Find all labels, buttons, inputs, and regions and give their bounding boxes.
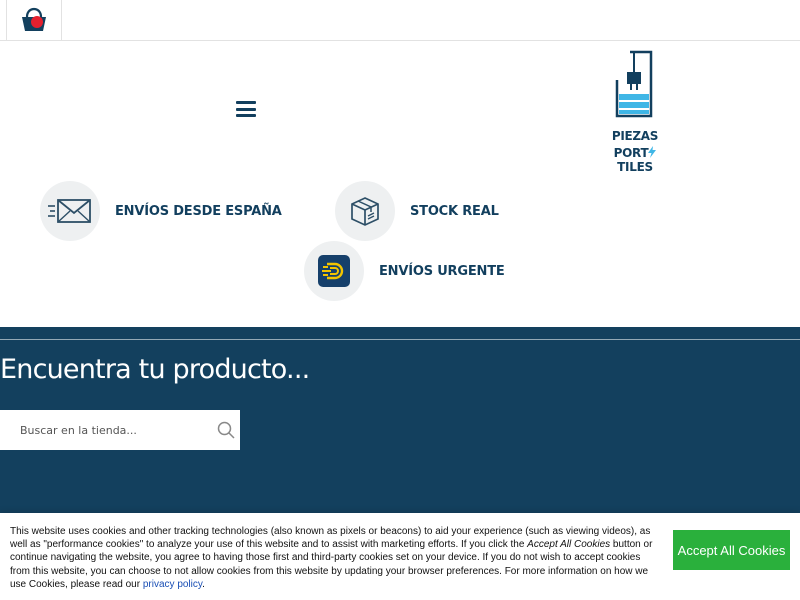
feature-label: STOCK REAL xyxy=(410,203,499,219)
feature-urgent-shipping: ENVÍOS URGENTE xyxy=(304,241,505,301)
feature-label: ENVÍOS URGENTE xyxy=(379,263,505,279)
logo-text-line2: PORTTILES xyxy=(600,146,670,174)
accept-all-cookies-button[interactable]: Accept All Cookies xyxy=(673,530,790,570)
menu-toggle-button[interactable] xyxy=(236,101,256,117)
top-bar xyxy=(0,0,800,41)
hamburger-menu-icon xyxy=(236,101,256,104)
site-logo[interactable]: PIEZAS PORTTILES xyxy=(600,50,670,174)
divider xyxy=(0,339,800,340)
shopping-basket-icon xyxy=(22,7,46,31)
lightning-bolt-icon xyxy=(648,146,657,158)
search-icon xyxy=(217,421,235,439)
search-input[interactable] xyxy=(0,410,200,450)
cart-button[interactable] xyxy=(6,0,62,40)
search-box xyxy=(0,410,240,450)
feature-shipping-spain: ENVÍOS DESDE ESPAÑA xyxy=(40,181,282,241)
feature-real-stock: STOCK REAL xyxy=(335,181,499,241)
fast-delivery-icon xyxy=(318,255,350,287)
cookie-text: This website uses cookies and other trac… xyxy=(10,526,653,590)
privacy-policy-link[interactable]: privacy policy xyxy=(143,579,202,590)
envelope-icon xyxy=(48,199,91,223)
feature-label: ENVÍOS DESDE ESPAÑA xyxy=(115,203,282,219)
search-title: Encuentra tu producto... xyxy=(0,354,310,385)
search-button[interactable] xyxy=(212,410,240,450)
cookie-banner: This website uses cookies and other trac… xyxy=(0,513,800,600)
search-section: Encuentra tu producto... xyxy=(0,327,800,513)
logo-device-icon xyxy=(615,50,653,118)
package-box-icon xyxy=(351,197,379,226)
logo-text-line1: PIEZAS xyxy=(611,129,659,143)
